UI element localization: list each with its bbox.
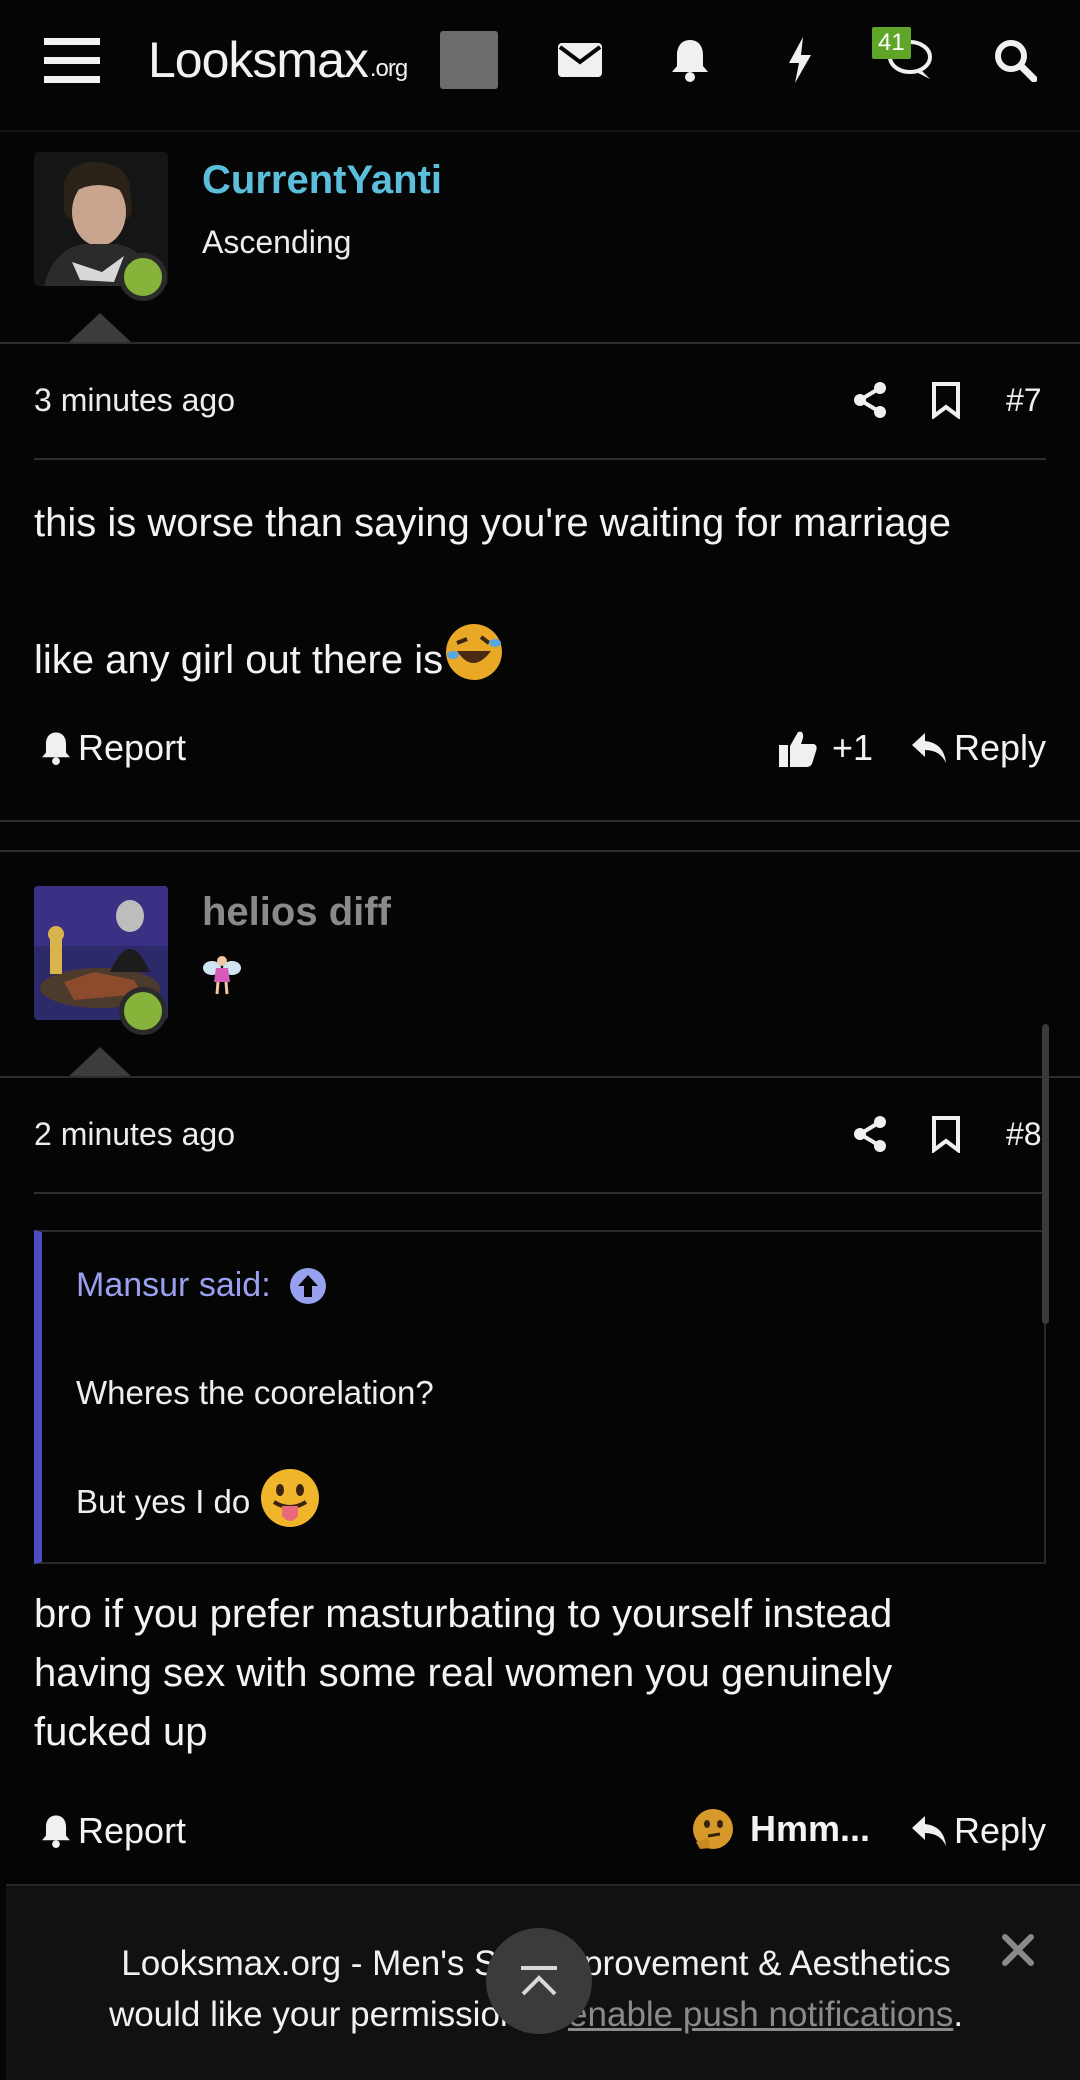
report-button[interactable]: Report xyxy=(40,1810,186,1852)
post-number[interactable]: #7 xyxy=(1006,382,1042,419)
user-avatar-thumb[interactable] xyxy=(440,31,498,89)
quote-author-link[interactable]: Mansur said: xyxy=(76,1266,327,1305)
hamburger-icon[interactable] xyxy=(32,20,112,100)
online-indicator xyxy=(119,253,167,301)
reaction-button[interactable]: Hmm... xyxy=(692,1808,870,1850)
quote-line-wrap: But yes I do xyxy=(76,1468,320,1536)
thinking-emoji xyxy=(693,1809,733,1849)
logo-main: Looksmax xyxy=(148,32,369,88)
divider xyxy=(0,342,1080,344)
post-time[interactable]: 2 minutes ago xyxy=(34,1116,235,1153)
divider xyxy=(0,1076,1080,1078)
post-body: bro if you prefer masturbating to yourse… xyxy=(34,1585,1054,1762)
search-icon[interactable] xyxy=(975,20,1055,100)
chevron-up-icon xyxy=(521,1966,557,1996)
reply-label: Reply xyxy=(954,727,1047,768)
notice-suffix: . xyxy=(953,1995,964,2034)
logo-suffix: .org xyxy=(369,55,408,82)
online-indicator xyxy=(119,987,167,1035)
reply-button[interactable]: Reply xyxy=(910,727,1046,769)
envelope-icon[interactable] xyxy=(545,20,615,100)
arrow-pointer xyxy=(68,1047,132,1077)
report-label: Report xyxy=(78,1810,187,1851)
arrow-up-circle-icon xyxy=(289,1267,326,1304)
post-line: like any girl out there is xyxy=(34,638,444,682)
username[interactable]: helios diff xyxy=(202,890,391,935)
divider xyxy=(34,1192,1046,1194)
fairy-emoji xyxy=(202,952,242,1001)
report-button[interactable]: Report xyxy=(40,727,186,769)
divider xyxy=(34,458,1046,460)
quote-author: Mansur said: xyxy=(76,1266,271,1304)
bell-icon xyxy=(42,732,70,765)
bell-icon[interactable] xyxy=(655,20,725,100)
post-number[interactable]: #8 xyxy=(1006,1116,1044,1153)
thumbs-up-icon xyxy=(779,731,817,767)
like-button[interactable]: +1 xyxy=(778,727,873,769)
enable-push-link[interactable]: enable push notifications xyxy=(568,1995,953,2034)
bolt-icon[interactable] xyxy=(765,20,835,100)
top-bar: Looksmax .org 41 xyxy=(0,0,1080,132)
site-logo[interactable]: Looksmax .org xyxy=(148,20,418,100)
share-icon[interactable] xyxy=(848,1112,892,1156)
post-line: fucked up xyxy=(34,1710,208,1754)
bell-icon xyxy=(42,1815,70,1848)
post-line: bro if you prefer masturbating to yourse… xyxy=(34,1592,893,1636)
bookmark-icon[interactable] xyxy=(926,378,966,422)
post-body: this is worse than saying you're waiting… xyxy=(34,494,1054,700)
scroll-to-top-button[interactable] xyxy=(486,1928,592,2034)
username-text: CurrentYanti xyxy=(202,158,443,202)
post-line: having sex with some real women you genu… xyxy=(34,1651,893,1695)
close-icon[interactable] xyxy=(996,1928,1040,1972)
username[interactable]: CurrentYanti xyxy=(202,158,442,203)
chat-count-badge: 41 xyxy=(872,27,911,59)
quote-line: But yes I do xyxy=(76,1483,251,1520)
reply-icon xyxy=(912,733,946,763)
rofl-emoji xyxy=(443,621,505,700)
quote-block: Mansur said: Wheres the coorelation? But… xyxy=(34,1230,1046,1564)
report-label: Report xyxy=(78,727,187,768)
quote-line: Wheres the coorelation? xyxy=(76,1374,434,1411)
divider xyxy=(0,820,1080,822)
divider xyxy=(0,850,1080,852)
reply-label: Reply xyxy=(954,1810,1047,1851)
share-icon[interactable] xyxy=(848,378,892,422)
username-text: helios diff xyxy=(202,890,391,934)
arrow-pointer xyxy=(68,313,132,343)
reply-button[interactable]: Reply xyxy=(910,1810,1046,1852)
reaction-count: +1 xyxy=(832,727,874,768)
user-title: Ascending xyxy=(202,224,352,260)
scrollbar[interactable] xyxy=(1042,1024,1049,1324)
post-time[interactable]: 3 minutes ago xyxy=(34,382,235,419)
tongue-emoji xyxy=(260,1468,320,1536)
bookmark-icon[interactable] xyxy=(926,1112,966,1156)
post-line: this is worse than saying you're waiting… xyxy=(34,501,951,545)
reply-icon xyxy=(912,1816,946,1846)
reaction-label: Hmm... xyxy=(750,1808,871,1849)
